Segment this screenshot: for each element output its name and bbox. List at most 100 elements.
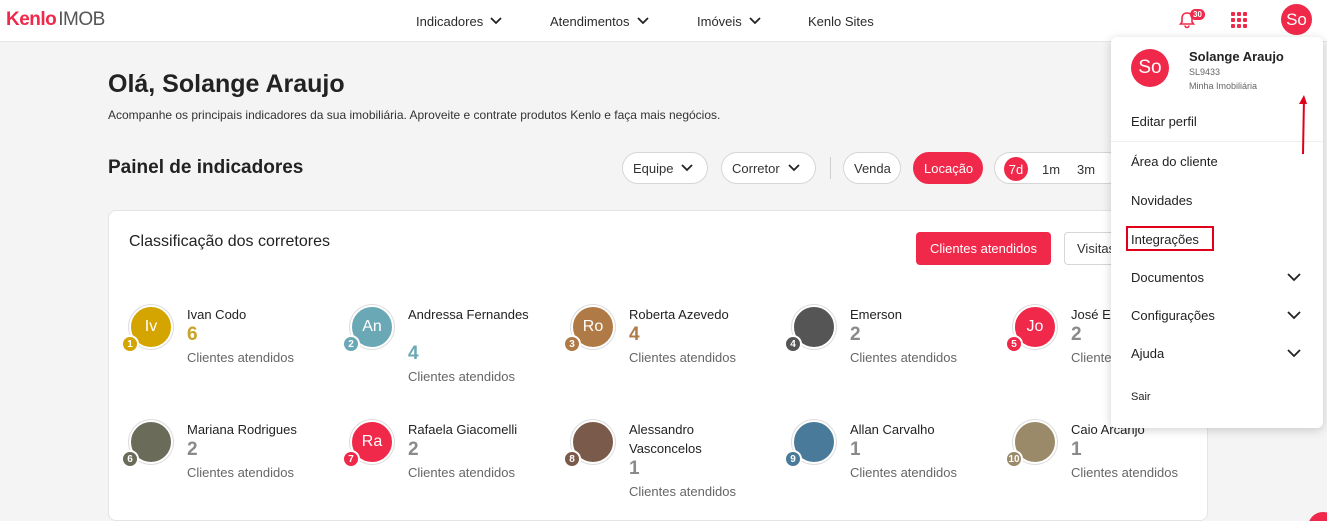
agent-name: Emerson — [850, 307, 903, 322]
rank-badge: 3 — [563, 335, 581, 353]
top-bar: Kenlo IMOB Indicadores Atendimentos Imóve… — [0, 0, 1327, 42]
menu-user-org: Minha Imobiliária — [1189, 81, 1258, 91]
page-title: Olá, Solange Araujo — [108, 70, 345, 98]
chevron-down-icon[interactable] — [1287, 349, 1301, 358]
rank-badge: 10 — [1005, 450, 1023, 468]
rank-badge: 5 — [1005, 335, 1023, 353]
agent-count-label: Clientes atendidos — [187, 350, 294, 365]
rank-badge: 8 — [563, 450, 581, 468]
apps-grid-icon[interactable] — [1231, 12, 1247, 28]
menu-item-documentos[interactable]: Documentos — [1131, 270, 1204, 285]
agent-count-label: Clientes atendidos — [629, 350, 736, 365]
chevron-down-icon — [636, 17, 649, 25]
agent-name: Allan Carvalho — [850, 422, 935, 437]
ranking-item: Iv 1 Ivan Codo 6 Clientes atendidos — [121, 305, 339, 395]
agent-name: Rafaela Giacomelli — [408, 422, 518, 437]
integracoes-highlight-box — [1126, 226, 1214, 251]
agent-count: 4 — [629, 324, 640, 345]
agent-count: 2 — [850, 324, 861, 345]
tab-clientes-atendidos[interactable]: Clientes atendidos — [916, 232, 1051, 265]
agent-name: Alessandro Vasconcelos — [629, 422, 702, 456]
menu-item-configuracoes[interactable]: Configurações — [1131, 308, 1215, 323]
agent-count: 2 — [1071, 324, 1082, 345]
logo-product: IMOB — [58, 9, 105, 30]
panel-title: Painel de indicadores — [108, 157, 304, 178]
rank-badge: 1 — [121, 335, 139, 353]
period-selector: 7d 1m 3m — [994, 152, 1124, 184]
agent-count-label: Clientes atendidos — [1071, 465, 1178, 480]
nav-imoveis[interactable]: Imóveis — [697, 0, 761, 42]
filter-divider — [830, 157, 831, 179]
notification-badge: 30 — [1190, 9, 1205, 20]
type-locacao-label: Locação — [924, 160, 974, 176]
period-7d[interactable]: 7d — [1004, 157, 1028, 181]
agent-count: 1 — [1071, 439, 1082, 460]
ranking-item: Ra 7 Rafaela Giacomelli 2 Clientes atendidos — [342, 420, 560, 510]
kenlo-logo[interactable]: Kenlo IMOB — [6, 9, 105, 31]
nav-kenlo-sites-label: Kenlo Sites — [808, 13, 874, 29]
agent-count-label: Clientes atendidos — [408, 369, 515, 384]
menu-item-sair[interactable]: Sair — [1131, 391, 1151, 403]
menu-item-ajuda[interactable]: Ajuda — [1131, 346, 1164, 361]
rank-badge: 4 — [784, 335, 802, 353]
filter-equipe-label: Equipe — [633, 160, 674, 176]
agent-count: 1 — [629, 458, 640, 479]
page-subtitle: Acompanhe os principais indicadores da s… — [108, 108, 721, 122]
rank-badge: 9 — [784, 450, 802, 468]
agent-count: 2 — [187, 439, 198, 460]
menu-item-area-do-cliente[interactable]: Área do cliente — [1131, 154, 1218, 169]
filter-equipe[interactable]: Equipe — [622, 152, 708, 184]
menu-item-editar-perfil[interactable]: Editar perfil — [1131, 114, 1197, 129]
rank-badge: 6 — [121, 450, 139, 468]
agent-count-label: Clientes atendidos — [850, 350, 957, 365]
type-locacao[interactable]: Locação — [913, 152, 983, 184]
chevron-down-icon — [681, 164, 694, 172]
nav-indicadores[interactable]: Indicadores — [416, 0, 502, 42]
menu-user-code: SL9433 — [1189, 67, 1221, 77]
ranking-card: Classificação dos corretores Clientes at… — [108, 210, 1208, 521]
nav-imoveis-label: Imóveis — [697, 13, 742, 29]
agent-count: 2 — [408, 439, 419, 460]
rank-badge: 2 — [342, 335, 360, 353]
agent-name: Mariana Rodrigues — [187, 422, 297, 437]
agent-count: 4 — [408, 343, 419, 364]
menu-avatar: So — [1131, 49, 1169, 87]
chevron-down-icon[interactable] — [1287, 311, 1301, 320]
agent-name: Roberta Azevedo — [629, 307, 729, 322]
agent-count-label: Clientes atendidos — [408, 465, 515, 480]
menu-divider — [1111, 141, 1323, 142]
ranking-item: 4 Emerson 2 Clientes atendidos — [784, 305, 1002, 395]
logo-brand: Kenlo — [6, 9, 57, 30]
ranking-title: Classificação dos corretores — [129, 233, 330, 250]
ranking-item: An 2 Andressa Fernandes 4 Clientes atendidos — [342, 305, 560, 395]
period-3m[interactable]: 3m — [1074, 157, 1098, 181]
nav-indicadores-label: Indicadores — [416, 13, 484, 29]
ranking-item: 9 Allan Carvalho 1 Clientes atendidos — [784, 420, 1002, 510]
type-venda[interactable]: Venda — [843, 152, 901, 184]
user-avatar-button[interactable]: So — [1281, 4, 1312, 35]
agent-count-label: Clientes atendidos — [187, 465, 294, 480]
agent-count: 1 — [850, 439, 861, 460]
floating-action-button[interactable] — [1308, 512, 1327, 521]
rank-badge: 7 — [342, 450, 360, 468]
period-1m[interactable]: 1m — [1039, 157, 1063, 181]
ranking-item: 10 Caio Arcanjo 1 Clientes atendidos — [1005, 420, 1223, 510]
chevron-down-icon[interactable] — [1287, 273, 1301, 282]
nav-atendimentos[interactable]: Atendimentos — [550, 0, 649, 42]
agent-count: 6 — [187, 324, 198, 345]
chevron-down-icon — [788, 164, 800, 172]
type-venda-label: Venda — [854, 160, 891, 176]
ranking-item: 8 Alessandro Vasconcelos 1 Clientes atendid… — [563, 420, 781, 510]
agent-count-label: Clientes atendidos — [850, 465, 957, 480]
chevron-down-icon — [749, 17, 761, 25]
agent-name: Ivan Codo — [187, 307, 247, 322]
nav-atendimentos-label: Atendimentos — [550, 13, 630, 29]
filter-corretor[interactable]: Corretor — [721, 152, 816, 184]
ranking-item: 6 Mariana Rodrigues 2 Clientes atendidos — [121, 420, 339, 510]
menu-user-name: Solange Araujo — [1189, 49, 1284, 64]
agent-name: Andressa Fernandes — [408, 307, 529, 322]
agent-count-label: Clientes atendidos — [629, 484, 736, 499]
nav-kenlo-sites[interactable]: Kenlo Sites — [808, 0, 874, 42]
menu-item-novidades[interactable]: Novidades — [1131, 193, 1192, 208]
ranking-item: Ro 3 Roberta Azevedo 4 Clientes atendidos — [563, 305, 781, 395]
